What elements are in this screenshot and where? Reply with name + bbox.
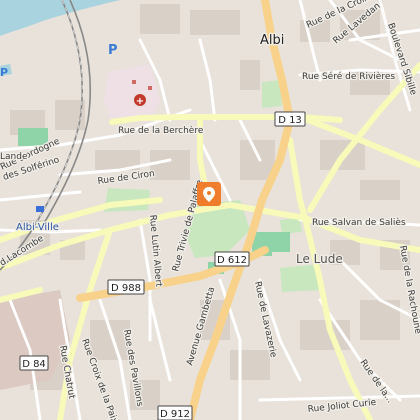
shield-d84-text: D 84 (22, 359, 46, 370)
location-marker[interactable] (197, 182, 221, 206)
shield-d988: D 988 (107, 279, 145, 295)
hospital-grounds (104, 64, 160, 122)
shield-d612-text: D 612 (217, 255, 247, 266)
shield-d912: D 912 (157, 405, 193, 420)
street-label-rue-sere-rivieres: Rue Séré de Rivières (302, 71, 395, 82)
small-parking-poi[interactable]: P (0, 66, 8, 79)
parking-poi[interactable]: P (108, 43, 118, 58)
city-label: Albi (260, 33, 284, 48)
train-icon (36, 206, 44, 212)
shield-d13-text: D 13 (278, 115, 302, 126)
shield-d612: D 612 (214, 251, 250, 267)
parking-icon-small: P (0, 66, 8, 79)
hospital-symbol: + (136, 96, 144, 107)
shield-d988-text: D 988 (111, 283, 141, 294)
map-canvas[interactable]: D 13 D 612 D 988 D 84 D 912 Rue de la Cr… (0, 0, 420, 420)
shield-d84: D 84 (19, 355, 49, 371)
rail-station-label: Albi-Ville (16, 222, 59, 233)
hospital-poi[interactable]: + (134, 94, 146, 107)
shield-d13: D 13 (274, 111, 306, 127)
shield-d912-text: D 912 (160, 409, 190, 420)
district-label: Le Lude (296, 252, 343, 266)
street-label-lande: Lande (0, 152, 28, 162)
map-view[interactable]: D 13 D 612 D 988 D 84 D 912 Rue de la Cr… (0, 0, 420, 420)
parking-icon: P (108, 43, 118, 58)
street-label-rue-salvan-sallies: Rue Salvan de Saliès (312, 217, 406, 228)
street-label-rue-berchere: Rue de la Berchère (118, 125, 204, 136)
